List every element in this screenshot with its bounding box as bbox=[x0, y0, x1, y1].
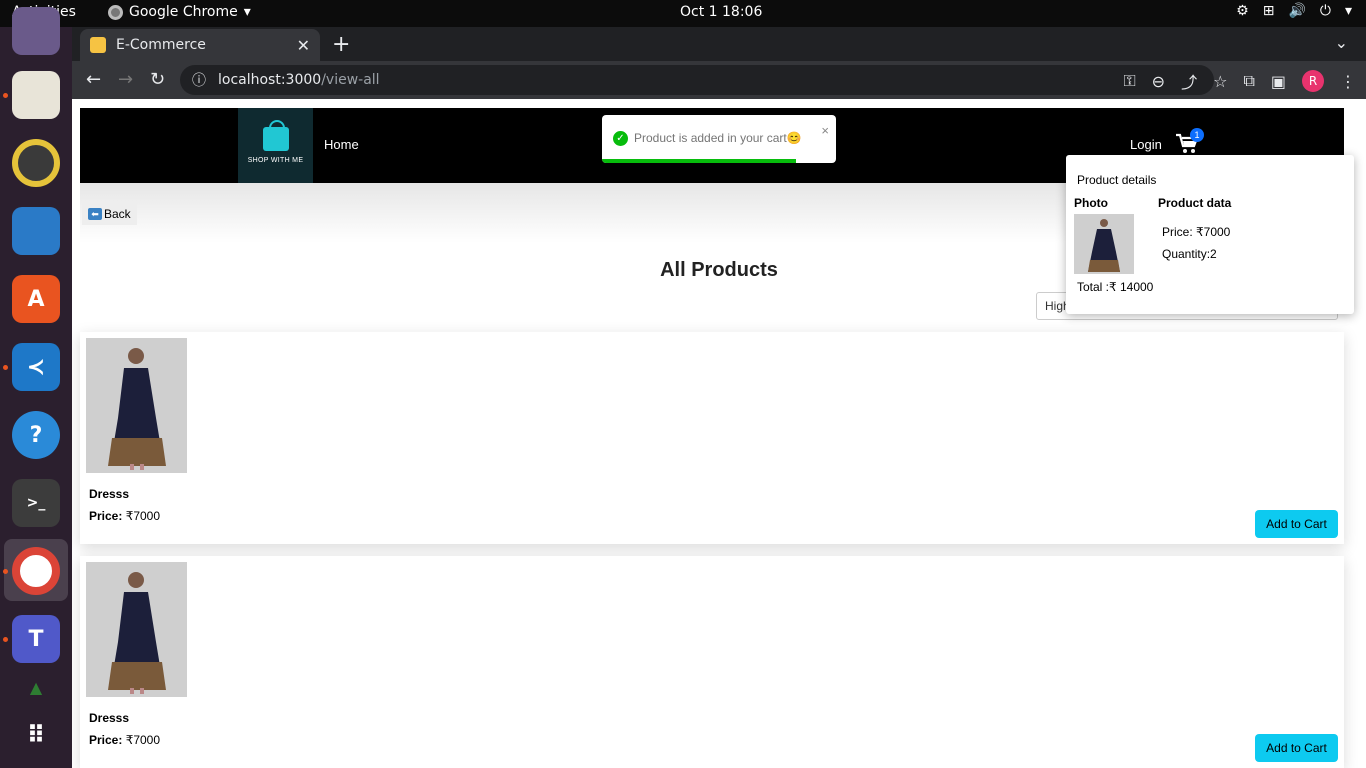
product-card: Dresss Price: ₹7000 Add to Cart bbox=[80, 332, 1344, 544]
product-name: Dresss bbox=[89, 487, 130, 501]
toast-message: Product is added in your cart😊 bbox=[634, 131, 802, 145]
back-arrow-icon[interactable]: ← bbox=[86, 69, 101, 90]
volume-icon[interactable]: 🔊 bbox=[1288, 3, 1305, 19]
cart-item-photo bbox=[1074, 214, 1134, 274]
kebab-menu-icon[interactable]: ⋮ bbox=[1340, 72, 1356, 91]
star-icon[interactable]: ☆ bbox=[1213, 72, 1227, 91]
cart-item-quantity: Quantity:2 bbox=[1162, 247, 1217, 261]
tab-search-icon[interactable]: ⌄ bbox=[1335, 33, 1348, 52]
cart-count-badge: 1 bbox=[1190, 128, 1204, 142]
help-icon[interactable]: ? bbox=[12, 411, 60, 459]
url-host: localhost:3000 bbox=[218, 72, 322, 88]
extensions-icon[interactable]: ⧉ bbox=[1243, 71, 1254, 91]
address-bar[interactable]: ⓘ localhost:3000/view-all bbox=[180, 65, 1214, 95]
success-toast[interactable]: ✓ Product is added in your cart😊 × bbox=[602, 115, 836, 163]
app-name: Google Chrome bbox=[129, 4, 238, 20]
tab-ecommerce[interactable]: E-Commerce ✕ bbox=[80, 29, 320, 61]
chrome-icon bbox=[108, 4, 123, 20]
zoom-icon[interactable]: ⊖ bbox=[1152, 72, 1165, 91]
price-value: ₹7000 bbox=[125, 733, 161, 747]
nav-login-link[interactable]: Login bbox=[1130, 137, 1162, 152]
writer-icon[interactable] bbox=[12, 207, 60, 255]
forward-arrow-icon[interactable]: → bbox=[118, 69, 133, 90]
popover-title: Product details bbox=[1077, 173, 1157, 187]
files-icon[interactable] bbox=[12, 71, 60, 119]
running-indicator bbox=[3, 569, 8, 574]
clock[interactable]: Oct 1 18:06 bbox=[680, 4, 762, 20]
running-indicator bbox=[3, 365, 8, 370]
chevron-down-icon[interactable]: ▾ bbox=[1345, 3, 1352, 19]
photo-header: Photo bbox=[1074, 196, 1108, 210]
new-tab-button[interactable]: + bbox=[332, 32, 350, 57]
reload-icon[interactable]: ↻ bbox=[150, 69, 165, 90]
tab-title: E-Commerce bbox=[116, 37, 206, 53]
chevron-down-icon: ▾ bbox=[243, 4, 251, 20]
product-price: Price: ₹7000 bbox=[89, 509, 160, 523]
add-to-cart-button[interactable]: Add to Cart bbox=[1255, 510, 1338, 538]
cart-item-price: Price: ₹7000 bbox=[1162, 225, 1231, 239]
check-icon: ✓ bbox=[613, 131, 628, 146]
tab-strip: E-Commerce ✕ + ⌄ bbox=[72, 27, 1366, 61]
network-icon[interactable]: ⊞ bbox=[1263, 3, 1275, 19]
product-name: Dresss bbox=[89, 711, 130, 725]
product-photo bbox=[86, 562, 187, 697]
nav-home-link[interactable]: Home bbox=[324, 137, 359, 152]
software-icon[interactable]: A bbox=[12, 275, 60, 323]
product-photo bbox=[86, 338, 187, 473]
teams-icon[interactable]: T bbox=[12, 615, 60, 663]
rhythmbox-icon[interactable] bbox=[12, 139, 60, 187]
system-top-bar: Activities Google Chrome ▾ Oct 1 18:06 ⚙… bbox=[0, 0, 1366, 27]
shopping-bag-icon bbox=[262, 120, 289, 151]
add-to-cart-button[interactable]: Add to Cart bbox=[1255, 734, 1338, 762]
cart-total: Total :₹ 14000 bbox=[1077, 280, 1154, 294]
product-card: Dresss Price: ₹7000 Add to Cart bbox=[80, 556, 1344, 768]
toolbar-icons: ⚿ ⊖ ⤴ ☆ ⧉ ▣ R ⋮ bbox=[1123, 69, 1356, 93]
web-page: SHOP WITH ME Home Login 1 ✓ Product is a… bbox=[72, 99, 1366, 768]
key-icon[interactable]: ⚿ bbox=[1123, 71, 1135, 91]
app-icon[interactable] bbox=[12, 7, 60, 55]
running-indicator bbox=[3, 637, 8, 642]
profile-avatar[interactable]: R bbox=[1302, 70, 1324, 92]
cart-popover: Product details Photo Product data Price… bbox=[1066, 155, 1354, 314]
system-tray[interactable]: ⚙ ⊞ 🔊 ⏻ ▾ bbox=[1236, 3, 1352, 19]
side-panel-icon[interactable]: ▣ bbox=[1271, 72, 1286, 91]
price-value: ₹7000 bbox=[125, 509, 161, 523]
price-label: Price: bbox=[89, 733, 123, 747]
url-path: /view-all bbox=[321, 72, 380, 88]
vscode-icon[interactable]: ≺ bbox=[12, 343, 60, 391]
browser-toolbar: ← → ↻ ⓘ localhost:3000/view-all ⚿ ⊖ ⤴ ☆ … bbox=[72, 61, 1366, 99]
back-arrow-icon: ⬅ bbox=[88, 208, 102, 220]
toast-progress-bar bbox=[602, 159, 797, 163]
favicon-icon bbox=[90, 37, 106, 53]
back-label: Back bbox=[104, 207, 131, 221]
data-header: Product data bbox=[1158, 196, 1232, 210]
back-button[interactable]: ⬅ Back bbox=[82, 203, 137, 225]
toast-close-icon[interactable]: × bbox=[821, 123, 829, 138]
app-menu[interactable]: Google Chrome ▾ bbox=[108, 4, 251, 20]
trash-icon[interactable]: ▲ bbox=[12, 677, 60, 697]
ubuntu-dock: A ≺ ? >_ T ▲ ⠿ bbox=[0, 7, 72, 768]
show-apps-icon[interactable]: ⠿ bbox=[12, 711, 60, 759]
share-icon[interactable]: ⤴ bbox=[1181, 69, 1197, 93]
info-icon[interactable]: ⓘ bbox=[192, 70, 206, 90]
close-icon[interactable]: ✕ bbox=[297, 36, 310, 55]
site-logo[interactable]: SHOP WITH ME bbox=[238, 108, 313, 183]
running-indicator bbox=[3, 93, 8, 98]
logo-text: SHOP WITH ME bbox=[247, 157, 304, 164]
product-price: Price: ₹7000 bbox=[89, 733, 160, 747]
terminal-icon[interactable]: >_ bbox=[12, 479, 60, 527]
price-label: Price: bbox=[89, 509, 123, 523]
accessibility-icon[interactable]: ⚙ bbox=[1236, 3, 1249, 19]
chrome-icon[interactable] bbox=[12, 547, 60, 595]
power-icon[interactable]: ⏻ bbox=[1320, 3, 1331, 19]
